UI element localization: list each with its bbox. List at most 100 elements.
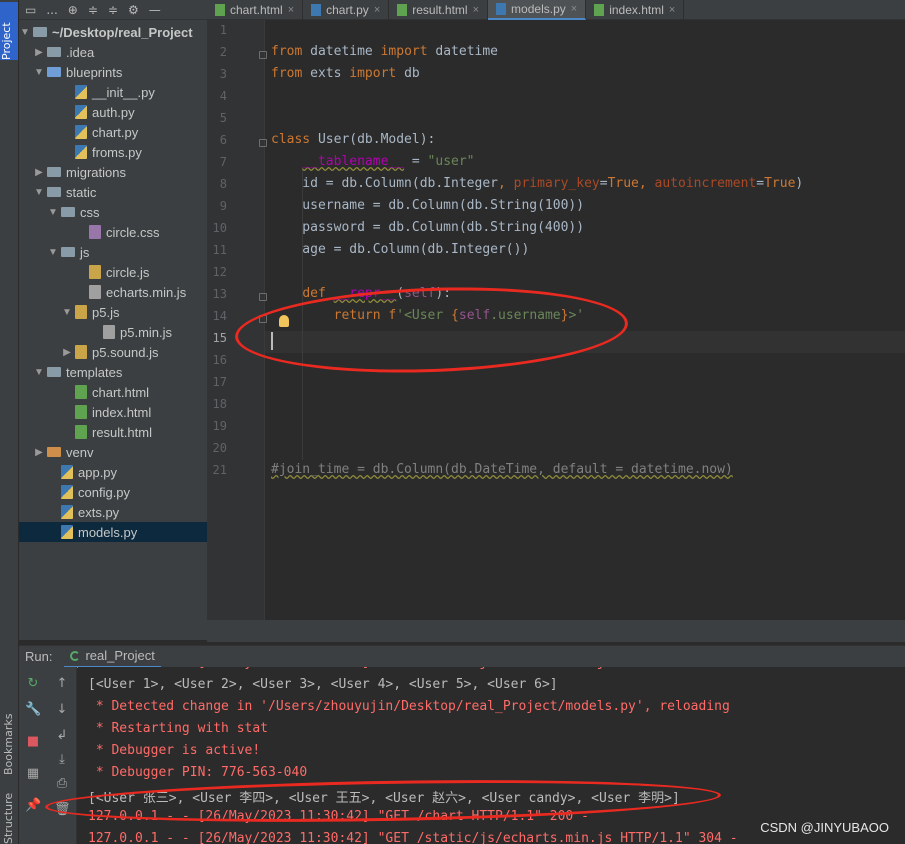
chevron-down-icon[interactable]: ▼ — [33, 187, 45, 198]
fold-marker-icon[interactable] — [259, 51, 267, 59]
arrow-down-icon[interactable]: ↓ — [54, 703, 70, 717]
line-number: 9 — [219, 199, 227, 213]
tab-result-html[interactable]: result.html × — [389, 0, 489, 20]
tab-chart-py[interactable]: chart.py × — [303, 0, 390, 20]
code-editor[interactable]: 1 2 3 4 5 6 7 8 9 10 11 12 13 14 15 16 17 18 19 20 21 from d… — [207, 20, 905, 620]
line-number-gutter: 1 2 3 4 5 6 7 8 9 10 11 12 13 14 15 16 17 18 19 20 21 — [207, 20, 267, 620]
tree-item[interactable]: ▶ venv — [19, 442, 207, 462]
tree-item[interactable]: app.py — [19, 462, 207, 482]
expand-icon[interactable]: ≑ — [108, 3, 118, 17]
tree-item[interactable]: ▶ p5.sound.js — [19, 342, 207, 362]
tree-item[interactable]: ▼ blueprints — [19, 62, 207, 82]
tab-index-html[interactable]: index.html × — [586, 0, 685, 20]
project-root-label: ~/Desktop/real_Project — [52, 24, 193, 40]
tree-item[interactable]: ▼ static — [19, 182, 207, 202]
code-line: age = db.Column(db.Integer()) — [271, 242, 530, 257]
tree-item[interactable]: ▶ migrations — [19, 162, 207, 182]
tree-item[interactable]: ▼ templates — [19, 362, 207, 382]
tree-item[interactable]: config.py — [19, 482, 207, 502]
tree-item[interactable]: ▼ p5.js — [19, 302, 207, 322]
tree-item[interactable]: chart.html — [19, 382, 207, 402]
tree-item-label: result.html — [92, 424, 152, 440]
tab-models-py[interactable]: models.py × — [488, 0, 587, 20]
bookmarks-tool-window-button[interactable]: Bookmarks — [2, 700, 15, 775]
collapse-icon[interactable]: ≑ — [88, 3, 98, 17]
run-toolbar-left: ↻ 🔧 ■ ▦ 📌 — [19, 667, 47, 844]
chevron-right-icon[interactable]: ▶ — [33, 167, 45, 178]
tree-item[interactable]: circle.js — [19, 262, 207, 282]
minjs-file-icon — [103, 325, 115, 339]
project-view-label[interactable]: ... — [46, 3, 57, 17]
code-line: __tablename__ = "user" — [302, 154, 475, 169]
pin-icon[interactable]: 📌 — [25, 799, 41, 813]
code-line: password = db.Column(db.String(400)) — [271, 220, 585, 235]
rerun-icon[interactable]: ↻ — [25, 677, 41, 691]
tree-item[interactable]: chart.py — [19, 122, 207, 142]
py-file-icon — [61, 505, 73, 519]
structure-tool-window-button[interactable]: Structure — [2, 793, 15, 844]
chevron-right-icon[interactable]: ▶ — [33, 47, 45, 58]
wrench-icon[interactable]: 🔧 — [25, 703, 41, 717]
layout-icon[interactable]: ▦ — [25, 767, 41, 781]
tree-item[interactable]: models.py — [19, 522, 207, 542]
stop-icon[interactable]: ■ — [25, 735, 41, 749]
code-line: def __repr__(self): — [302, 286, 452, 301]
tool-window-strip: Project Bookmarks Structure — [0, 0, 19, 844]
close-icon[interactable]: × — [571, 3, 577, 15]
line-number: 18 — [212, 397, 227, 411]
tree-item[interactable]: circle.css — [19, 222, 207, 242]
line-number: 16 — [212, 353, 227, 367]
tree-item[interactable]: exts.py — [19, 502, 207, 522]
code-line: from datetime import datetime — [271, 44, 499, 59]
project-tool-window-button[interactable]: Project — [0, 2, 18, 60]
tree-item-label: .idea — [66, 44, 95, 60]
tree-item-label: static — [66, 184, 97, 200]
tree-item[interactable]: auth.py — [19, 102, 207, 122]
chevron-down-icon[interactable]: ▼ — [33, 67, 45, 78]
py-file-icon — [61, 485, 73, 499]
project-toolbar: ▭ ... ⊕ ≑ ≑ ⚙ — — [19, 0, 207, 20]
arrow-up-icon[interactable]: ↑ — [54, 677, 70, 691]
print-icon[interactable]: ⎙ — [54, 777, 70, 791]
chevron-down-icon[interactable]: ▼ — [47, 207, 59, 218]
trash-icon[interactable]: 🗑 — [54, 803, 71, 817]
tab-chart-html[interactable]: chart.html × — [207, 0, 304, 20]
tree-item[interactable]: p5.min.js — [19, 322, 207, 342]
run-config-tab[interactable]: real_Project — [64, 646, 161, 668]
folder-icon — [33, 27, 47, 37]
close-icon[interactable]: × — [374, 4, 380, 16]
chevron-down-icon[interactable]: ▼ — [61, 307, 73, 318]
py-file-icon — [61, 465, 73, 479]
py-file-icon — [75, 85, 87, 99]
soft-wrap-icon[interactable]: ↲ — [54, 729, 70, 743]
tree-item[interactable]: index.html — [19, 402, 207, 422]
scroll-to-end-icon[interactable]: ⤓ — [54, 753, 70, 767]
close-icon[interactable]: × — [473, 4, 479, 16]
tree-item[interactable]: froms.py — [19, 142, 207, 162]
close-icon[interactable]: × — [669, 4, 675, 16]
tree-item[interactable]: result.html — [19, 422, 207, 442]
fold-marker-icon[interactable] — [259, 139, 267, 147]
code-line: from exts import db — [271, 66, 420, 81]
fold-marker-icon[interactable] — [259, 293, 267, 301]
chevron-down-icon[interactable]: ▼ — [33, 367, 45, 378]
close-icon[interactable]: × — [288, 4, 294, 16]
tree-item[interactable]: echarts.min.js — [19, 282, 207, 302]
chevron-down-icon[interactable]: ▼ — [19, 27, 31, 38]
tree-item[interactable]: ▶ .idea — [19, 42, 207, 62]
minus-icon[interactable]: — — [149, 3, 161, 17]
chevron-right-icon[interactable]: ▶ — [61, 347, 73, 358]
gear-icon[interactable]: ⚙ — [128, 3, 139, 17]
run-console[interactable]: 127.0.0.1 - - [26/May/2023 11:30:42] "GE… — [78, 667, 905, 844]
chevron-down-icon[interactable]: ▼ — [47, 247, 59, 258]
tree-item[interactable]: __init__.py — [19, 82, 207, 102]
html-file-icon — [594, 4, 605, 16]
tree-root[interactable]: ▼ ~/Desktop/real_Project — [19, 22, 207, 42]
fold-marker-icon[interactable] — [259, 315, 267, 323]
tree-item[interactable]: ▼ css — [19, 202, 207, 222]
tree-item[interactable]: ▼ js — [19, 242, 207, 262]
target-icon[interactable]: ⊕ — [68, 3, 78, 17]
chevron-right-icon[interactable]: ▶ — [33, 447, 45, 458]
lightbulb-icon[interactable] — [279, 315, 289, 327]
console-line: * Debugger is active! — [88, 743, 261, 758]
